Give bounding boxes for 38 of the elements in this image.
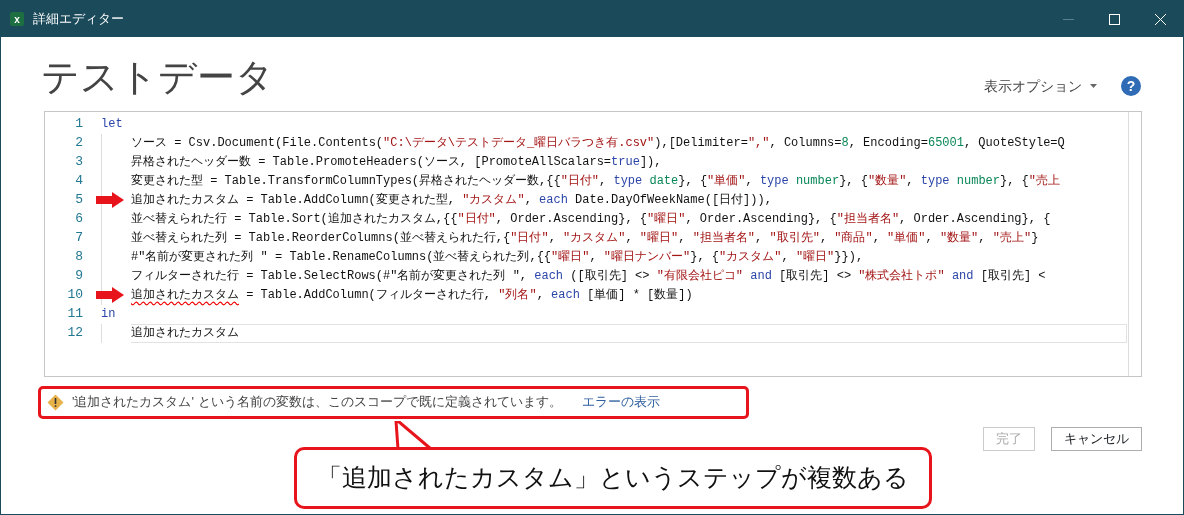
line-number: 11 — [66, 305, 83, 324]
query-title: テストデータ — [41, 55, 274, 100]
line-number: 6 — [74, 210, 83, 229]
line-number: 1 — [74, 115, 83, 134]
code-line: 追加されたカスタム — [131, 323, 239, 343]
callout-note: 「追加されたカスタム」というステップが複数ある — [294, 447, 932, 509]
close-icon[interactable] — [1154, 13, 1166, 25]
line-number: 7 — [74, 229, 83, 248]
line-number: 8 — [74, 248, 83, 267]
line-number: 9 — [74, 267, 83, 286]
code-line: ソース = Csv.Document(File.Contents("C:\データ\テストデータ_曜日バラつき有.csv"),[Delimiter=",", Columns=8, Encoding=65001, QuoteStyle=Q — [131, 134, 1065, 152]
line-number: 2 — [74, 134, 83, 153]
code-line: 並べ替えられた列 = Table.ReorderColumns(並べ替えられた行,{"日付", "カスタム", "曜日", "担当者名", "取引先", "商品", "単価", "数量", "売上"} — [131, 229, 1039, 247]
code-editor[interactable] — [44, 110, 1142, 377]
code-line: let — [101, 115, 123, 133]
display-options-dropdown[interactable]: 表示オプション — [984, 75, 1097, 97]
show-error-link[interactable]: エラーの表示 — [581, 392, 660, 412]
line-number: 5 — [74, 191, 83, 210]
code-line: in — [101, 305, 116, 323]
help-icon[interactable]: ? — [1121, 76, 1141, 97]
code-line: 並べ替えられた行 = Table.Sort(追加されたカスタム,{{"日付", Order.Ascending}, {"曜日", Order.Ascending}, {"担当者名", Order.Ascending}, { — [131, 210, 1051, 228]
code-line: #"名前が変更された列 " = Table.RenameColumns(並べ替えられた列,{{"曜日", "曜日ナンバー"}, {"カスタム", "曜日"}}), — [131, 248, 864, 266]
cancel-button[interactable]: キャンセル — [1051, 426, 1142, 451]
code-line: フィルターされた行 = Table.SelectRows(#"名前が変更された列 ", each ([取引先] <> "有限会社ピコ" and [取引先] <> "株式会社トポ" and [取引先] < — [131, 267, 1046, 285]
line-number: 3 — [74, 153, 83, 172]
line-number: 12 — [66, 324, 83, 343]
maximize-icon[interactable] — [1108, 13, 1120, 25]
code-line: 変更された型 = Table.TransformColumnTypes(昇格されたヘッダー数,{{"日付", type date}, {"単価", type number}, {"数量", type number}, {"売上 — [131, 172, 1060, 190]
excel-logo-icon: x — [9, 11, 25, 27]
code-line: 昇格されたヘッダー数 = Table.PromoteHeaders(ソース, [PromoteAllScalars=true]), — [131, 153, 662, 171]
line-number: 4 — [74, 172, 83, 191]
warning-icon — [47, 393, 64, 411]
window-title: 詳細エディター — [33, 10, 124, 29]
caret-icon — [1090, 84, 1097, 89]
code-line: 追加されたカスタム = Table.AddColumn(フィルターされた行, "列名", each [単価] * [数量]) — [131, 286, 693, 304]
line-number: 10 — [66, 286, 83, 305]
error-message: '追加されたカスタム' という名前の変数は、このスコープで既に定義されています。 — [72, 393, 562, 412]
code-line: 追加されたカスタム = Table.AddColumn(変更された型, "カスタム", each Date.DayOfWeekName([日付])), — [131, 191, 772, 209]
